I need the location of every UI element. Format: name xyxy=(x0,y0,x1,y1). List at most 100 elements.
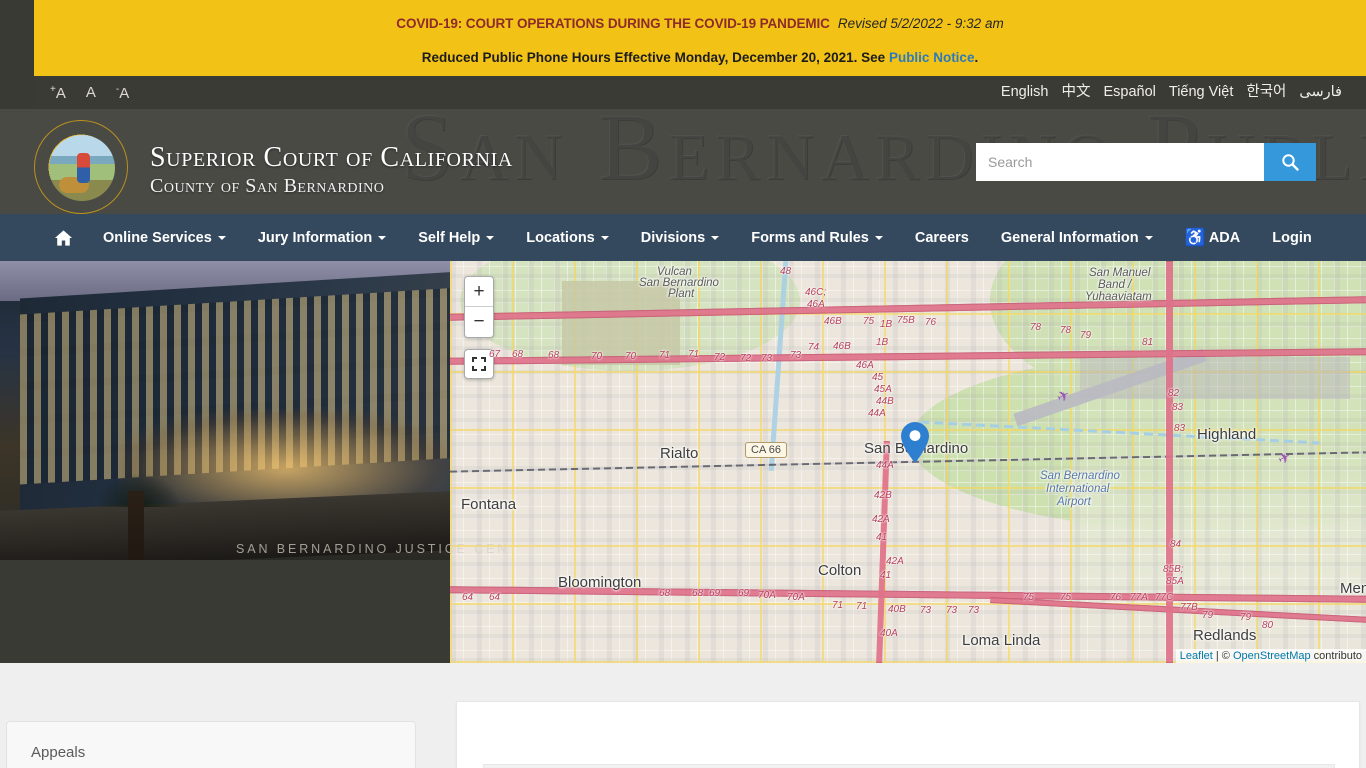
map-exit-number: 77C xyxy=(1155,592,1174,603)
map-exit-number: 69 xyxy=(709,588,721,599)
map-exit-number: 75B xyxy=(897,315,915,326)
map-exit-number: 76 xyxy=(1110,592,1122,603)
site-search xyxy=(976,143,1316,181)
search-button[interactable] xyxy=(1264,143,1316,181)
court-seal-logo[interactable] xyxy=(34,120,128,214)
font-normal-button[interactable]: A xyxy=(76,85,106,100)
map-exit-number: 75 xyxy=(1060,592,1072,603)
map-zoom-in-button[interactable]: + xyxy=(465,277,493,307)
map-exit-number: 76 xyxy=(925,317,937,328)
map-zoom-out-button[interactable]: − xyxy=(465,307,493,337)
language-link-4[interactable]: 한국어 xyxy=(1246,85,1286,100)
nav-item-self-help[interactable]: Self Help xyxy=(402,214,510,261)
map-label-rialto: Rialto xyxy=(660,445,699,462)
language-link-5[interactable]: فارسی xyxy=(1299,85,1342,100)
nav-item-careers[interactable]: Careers xyxy=(899,214,985,261)
page-subtitle: County of San Bernardino xyxy=(150,175,385,197)
map-exit-number: 81 xyxy=(1142,337,1154,348)
attribution-tail: contributo xyxy=(1310,650,1362,662)
alert-title[interactable]: COVID-19: COURT OPERATIONS DURING THE CO… xyxy=(396,16,830,31)
map-exit-number: 79 xyxy=(1080,330,1092,341)
font-decrease-label: A xyxy=(119,84,130,102)
search-icon xyxy=(1282,154,1299,171)
map-exit-number: 46C; xyxy=(805,287,827,298)
font-decrease-button[interactable]: -A xyxy=(106,84,139,102)
language-link-3[interactable]: Tiếng Việt xyxy=(1169,85,1234,100)
map-attribution: Leaflet | © OpenStreetMap contributo xyxy=(1175,649,1366,663)
map-label-san-bernardino: San Bernardino xyxy=(1040,470,1120,482)
map-label-band-: Band / xyxy=(1098,279,1132,291)
map-label-redlands: Redlands xyxy=(1193,627,1257,644)
left-sidebar-panel: Appeals xyxy=(6,721,416,768)
hero-building-sign: SAN BERNARDINO JUSTICE CEN xyxy=(236,542,510,556)
utility-bar: +A A -A English 中文 Español Tiếng Việt 한국어 فار… xyxy=(34,76,1366,109)
alert-phone-hours-text: Reduced Public Phone Hours Effective Mon… xyxy=(421,50,889,65)
map-exit-number: 70 xyxy=(591,351,603,362)
nav-item-ada[interactable]: ♿ ADA xyxy=(1169,214,1257,261)
language-link-2[interactable]: Español xyxy=(1103,85,1155,100)
chevron-down-icon xyxy=(1144,235,1153,240)
language-link-1[interactable]: 中文 xyxy=(1061,85,1090,100)
sidebar-item-appeals[interactable]: Appeals xyxy=(7,722,415,761)
map-exit-number: 68 xyxy=(512,349,524,360)
nav-item-general-information[interactable]: General Information xyxy=(985,214,1169,261)
map-exit-number: 44A xyxy=(876,460,894,471)
nav-item-label: Jury Information xyxy=(257,229,373,246)
nav-item-label: General Information xyxy=(1000,229,1139,246)
nav-item-label: Locations xyxy=(526,229,595,246)
openstreetmap-link[interactable]: OpenStreetMap xyxy=(1233,650,1311,662)
map-exit-number: 71 xyxy=(856,601,868,612)
map-label-international: International xyxy=(1046,483,1110,495)
map-exit-number: 72 xyxy=(740,353,752,364)
map-exit-number: 71 xyxy=(659,350,671,361)
map-exit-number: 74 xyxy=(808,342,820,353)
route-shield-ca66: CA 66 xyxy=(745,442,787,458)
nav-item-divisions[interactable]: Divisions xyxy=(625,214,735,261)
map-exit-number: 85A xyxy=(1166,576,1184,587)
map-exit-number: 41 xyxy=(876,532,888,543)
map-exit-number: 72 xyxy=(714,352,726,363)
alert-revised-timestamp: Revised 5/2/2022 - 9:32 am xyxy=(837,16,1004,31)
map-marker-icon[interactable] xyxy=(901,422,929,463)
nav-item-forms-and-rules[interactable]: Forms and Rules xyxy=(735,214,899,261)
font-size-controls: +A A -A xyxy=(34,84,139,102)
nav-item-jury-information[interactable]: Jury Information xyxy=(242,214,402,261)
font-increase-button[interactable]: +A xyxy=(40,84,76,102)
map-exit-number: 70 xyxy=(625,351,637,362)
nav-item-online-services[interactable]: Online Services xyxy=(87,214,242,261)
map-exit-number: 79 xyxy=(1240,612,1252,623)
font-increase-label: A xyxy=(55,84,66,102)
map-label-highland: Highland xyxy=(1197,426,1257,443)
map-zoom-controls: + − xyxy=(464,276,494,338)
nav-item-locations[interactable]: Locations xyxy=(510,214,624,261)
nav-item-label: Self Help xyxy=(418,229,481,246)
map-exit-number: 78 xyxy=(1030,322,1042,333)
search-input[interactable] xyxy=(976,143,1264,181)
nav-item-home[interactable] xyxy=(40,214,87,261)
main-content-card xyxy=(456,701,1360,768)
map-exit-number: 71 xyxy=(832,600,844,611)
map-exit-number: 73 xyxy=(968,605,980,616)
map-exit-number: 46B xyxy=(833,341,851,352)
language-selector: English 中文 Español Tiếng Việt 한국어 فارسی xyxy=(1001,85,1366,100)
map-exit-number: 75 xyxy=(863,316,875,327)
map-exit-number: 67 xyxy=(489,349,501,360)
map-exit-number: 70A xyxy=(787,592,805,603)
map-exit-number: 64 xyxy=(489,592,501,603)
courthouse-hero-image xyxy=(0,261,450,560)
chevron-down-icon xyxy=(874,235,883,240)
map-exit-number: 79 xyxy=(1202,610,1214,621)
map-exit-number: 1B xyxy=(876,337,889,348)
public-notice-link[interactable]: Public Notice xyxy=(889,50,975,65)
chevron-down-icon xyxy=(217,235,226,240)
map-exit-number: 80 xyxy=(1262,620,1274,631)
map-exit-number: 40A xyxy=(880,628,898,639)
leaflet-link[interactable]: Leaflet xyxy=(1180,650,1213,662)
card-placeholder-strip xyxy=(483,764,1335,768)
nav-item-login[interactable]: Login xyxy=(1256,214,1327,261)
map-exit-number: 42A xyxy=(886,556,904,567)
language-link-0[interactable]: English xyxy=(1001,85,1049,100)
map-exit-number: 84 xyxy=(1170,539,1182,550)
map-exit-number: 40B xyxy=(888,604,906,615)
map-exit-number: 46A xyxy=(807,299,825,310)
